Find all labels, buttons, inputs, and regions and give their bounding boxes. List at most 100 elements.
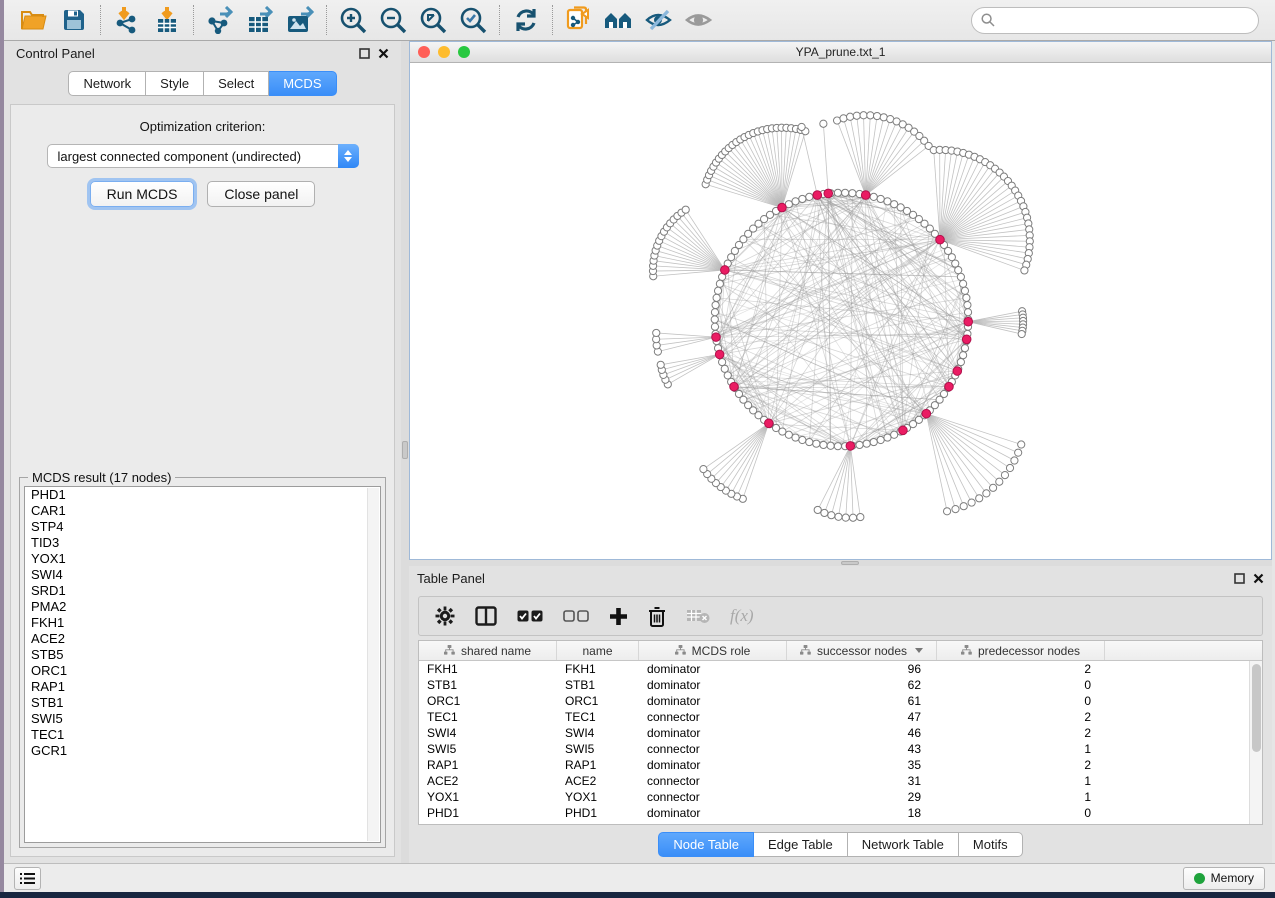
tab-edge-table[interactable]: Edge Table — [754, 832, 848, 857]
network-node[interactable] — [960, 280, 967, 287]
export-image-button[interactable] — [280, 3, 320, 37]
run-mcds-button[interactable]: Run MCDS — [90, 181, 195, 207]
import-network-button[interactable] — [107, 3, 147, 37]
network-node[interactable] — [870, 193, 877, 200]
list-item[interactable]: RAP1 — [25, 679, 380, 695]
mcds-hub-node[interactable] — [813, 191, 822, 200]
network-node[interactable] — [840, 115, 847, 122]
network-node[interactable] — [870, 438, 877, 445]
network-node[interactable] — [983, 490, 990, 497]
network-node[interactable] — [943, 508, 950, 515]
mcds-hub-node[interactable] — [824, 189, 833, 198]
network-node[interactable] — [996, 478, 1003, 485]
network-node[interactable] — [820, 120, 827, 127]
network-node[interactable] — [653, 329, 660, 336]
network-node[interactable] — [856, 441, 863, 448]
mcds-hub-node[interactable] — [846, 442, 855, 451]
mcds-hub-node[interactable] — [715, 350, 724, 359]
tab-motifs[interactable]: Motifs — [959, 832, 1023, 857]
list-item[interactable]: STP4 — [25, 519, 380, 535]
mcds-hub-node[interactable] — [962, 335, 971, 344]
mcds-hub-node[interactable] — [712, 333, 721, 342]
delete-table-icon[interactable] — [686, 608, 710, 624]
list-item[interactable]: PMA2 — [25, 599, 380, 615]
network-from-selection-button[interactable] — [559, 3, 599, 37]
network-node[interactable] — [806, 193, 813, 200]
close-panel-icon[interactable] — [1253, 573, 1264, 584]
mcds-hub-node[interactable] — [899, 426, 908, 435]
network-node[interactable] — [711, 316, 718, 323]
network-node[interactable] — [960, 503, 967, 510]
column-header-name[interactable]: name — [557, 641, 639, 660]
table-row[interactable]: ACE2ACE2connector311 — [419, 773, 1262, 789]
splitter-grip[interactable] — [402, 441, 408, 459]
network-node[interactable] — [952, 506, 959, 513]
list-item[interactable]: FKH1 — [25, 615, 380, 631]
network-node[interactable] — [1018, 441, 1025, 448]
function-builder-icon[interactable]: f(x) — [730, 606, 754, 626]
network-node[interactable] — [1021, 267, 1028, 274]
delete-columns-icon[interactable] — [648, 606, 666, 627]
mcds-hub-node[interactable] — [953, 367, 962, 376]
list-item[interactable]: SWI5 — [25, 711, 380, 727]
export-table-button[interactable] — [240, 3, 280, 37]
network-node[interactable] — [814, 506, 821, 513]
network-node[interactable] — [711, 309, 718, 316]
mcds-hub-node[interactable] — [778, 203, 787, 212]
network-node[interactable] — [813, 440, 820, 447]
network-node[interactable] — [877, 195, 884, 202]
network-node[interactable] — [712, 301, 719, 308]
network-node[interactable] — [964, 309, 971, 316]
horizontal-splitter[interactable] — [409, 560, 1272, 566]
table-row[interactable]: FKH1FKH1dominator962 — [419, 661, 1262, 677]
table-row[interactable]: STB1STB1dominator620 — [419, 677, 1262, 693]
table-row[interactable]: RAP1RAP1dominator352 — [419, 757, 1262, 773]
tab-network-table[interactable]: Network Table — [848, 832, 959, 857]
export-network-button[interactable] — [200, 3, 240, 37]
network-node[interactable] — [873, 112, 880, 119]
network-node[interactable] — [820, 441, 827, 448]
network-node[interactable] — [799, 436, 806, 443]
mcds-hub-node[interactable] — [730, 382, 739, 391]
network-canvas[interactable] — [410, 63, 1271, 559]
tab-style[interactable]: Style — [146, 71, 204, 96]
float-panel-icon[interactable] — [1234, 573, 1245, 584]
list-item[interactable]: ORC1 — [25, 663, 380, 679]
list-scrollbar[interactable] — [367, 488, 379, 841]
network-node[interactable] — [846, 113, 853, 120]
vertical-splitter[interactable] — [401, 41, 409, 863]
zoom-fit-button[interactable] — [413, 3, 453, 37]
network-node[interactable] — [963, 294, 970, 301]
network-node[interactable] — [785, 431, 792, 438]
hide-selected-button[interactable] — [639, 3, 679, 37]
table-row[interactable]: YOX1YOX1connector291 — [419, 789, 1262, 805]
list-item[interactable]: GCR1 — [25, 743, 380, 759]
network-node[interactable] — [713, 294, 720, 301]
network-node[interactable] — [891, 201, 898, 208]
deselect-all-icon[interactable] — [563, 610, 589, 623]
table-options-gear-icon[interactable] — [435, 606, 455, 626]
table-scrollbar[interactable] — [1249, 661, 1262, 824]
split-panes-icon[interactable] — [475, 606, 497, 626]
search-box[interactable] — [971, 7, 1259, 34]
network-window-titlebar[interactable]: YPA_prune.txt_1 — [410, 42, 1271, 63]
mcds-hub-node[interactable] — [861, 191, 870, 200]
search-input[interactable] — [1001, 13, 1249, 28]
mcds-hub-node[interactable] — [936, 235, 945, 244]
network-node[interactable] — [961, 345, 968, 352]
network-node[interactable] — [828, 512, 835, 519]
mcds-hub-node[interactable] — [765, 419, 774, 428]
close-panel-icon[interactable] — [378, 48, 389, 59]
show-task-history-button[interactable] — [14, 867, 41, 890]
column-header-successor-nodes[interactable]: successor nodes — [787, 641, 937, 660]
mcds-hub-node[interactable] — [721, 266, 730, 275]
select-all-icon[interactable] — [517, 610, 543, 623]
table-row[interactable]: PHD1PHD1dominator180 — [419, 805, 1262, 821]
network-node[interactable] — [792, 198, 799, 205]
list-item[interactable]: SRD1 — [25, 583, 380, 599]
list-item[interactable]: CAR1 — [25, 503, 380, 519]
network-node[interactable] — [1018, 330, 1025, 337]
network-node[interactable] — [957, 358, 964, 365]
network-node[interactable] — [849, 190, 856, 197]
network-node[interactable] — [1006, 464, 1013, 471]
